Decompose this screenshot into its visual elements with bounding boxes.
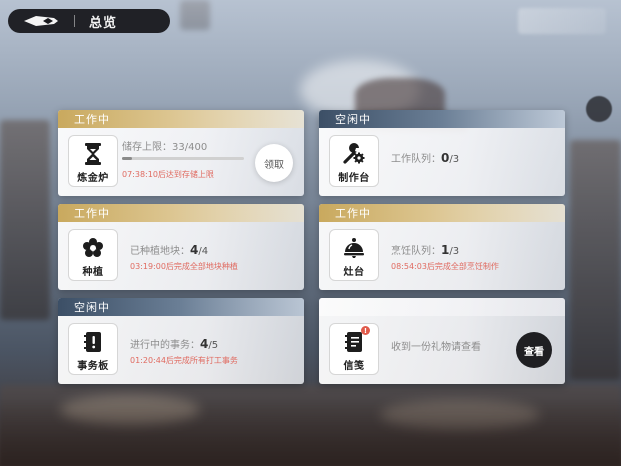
cook-queue-label: 烹饪队列： bbox=[391, 246, 441, 257]
cloche-icon bbox=[342, 236, 366, 260]
cook-queue-line: 烹饪队列：1/3 bbox=[391, 242, 555, 257]
tile-label: 事务板 bbox=[77, 361, 109, 372]
tile-label: 种植 bbox=[82, 267, 104, 278]
card-mail: ! 信笺 收到一份礼物请查看 查看 bbox=[319, 298, 565, 384]
workbench-tile[interactable]: 制作台 bbox=[329, 135, 379, 187]
storage-label: 储存上限： bbox=[122, 142, 172, 153]
top-bar: 总览 bbox=[8, 9, 170, 33]
notebook-exclamation-icon bbox=[81, 330, 105, 354]
top-right-decoration bbox=[518, 8, 606, 34]
queue-total: /3 bbox=[449, 154, 460, 165]
tile-label: 制作台 bbox=[338, 173, 370, 184]
card-status: 工作中 bbox=[58, 110, 304, 128]
card-tasks: 空闲中 事务板 进行中的事务：4/5 01:20:44后完成所有打工事务 bbox=[58, 298, 304, 384]
stove-note: 08:54:03后完成全部烹饪制作 bbox=[391, 262, 499, 271]
card-stove: 工作中 灶台 烹饪队列：1/3 08:54:03后完成全部烹饪制作 bbox=[319, 204, 565, 290]
alchemy-note: 07:38:10后达到存储上限 bbox=[122, 170, 214, 179]
queue-line: 工作队列：0/3 bbox=[391, 150, 555, 165]
queue-label: 工作队列： bbox=[391, 154, 441, 165]
stove-tile[interactable]: 灶台 bbox=[329, 229, 379, 281]
page-title: 总览 bbox=[89, 15, 118, 31]
topbar-divider bbox=[74, 15, 75, 27]
plots-label: 已种植地块： bbox=[130, 246, 190, 257]
tasks-note: 01:20:44后完成所有打工事务 bbox=[130, 356, 238, 365]
card-workbench: 空闲中 制作台 工作队列：0/3 bbox=[319, 110, 565, 196]
card-status: 工作中 bbox=[319, 204, 565, 222]
card-status: 工作中 bbox=[58, 204, 304, 222]
view-button[interactable]: 查看 bbox=[516, 332, 552, 368]
wrench-gear-icon bbox=[342, 142, 366, 166]
tile-label: 炼金炉 bbox=[77, 173, 109, 184]
bottom-shade bbox=[0, 400, 621, 466]
card-planting: 工作中 种植 已种植地块：4/4 03:19:00后完成全部地块种植 bbox=[58, 204, 304, 290]
storage-progress-bar bbox=[122, 157, 244, 160]
collect-button[interactable]: 领取 bbox=[255, 144, 293, 182]
plots-total: /4 bbox=[198, 246, 209, 257]
tasks-line: 进行中的事务：4/5 bbox=[130, 336, 294, 351]
cook-queue-total: /3 bbox=[449, 246, 460, 257]
tile-label: 信笺 bbox=[343, 361, 365, 372]
card-status: 空闲中 bbox=[319, 110, 565, 128]
card-status-blank bbox=[319, 298, 565, 316]
notebook-icon: ! bbox=[342, 326, 370, 354]
mail-tile[interactable]: ! 信笺 bbox=[329, 323, 379, 375]
storage-value: 33/400 bbox=[172, 142, 208, 153]
card-alchemy: 工作中 炼金炉 储存上限：33/400 07:38:10后达到存储上限 领取 bbox=[58, 110, 304, 196]
tasks-total: /5 bbox=[208, 340, 219, 351]
back-button[interactable] bbox=[8, 9, 74, 33]
hourglass-icon bbox=[81, 142, 105, 166]
card-status: 空闲中 bbox=[58, 298, 304, 316]
notification-badge: ! bbox=[361, 326, 370, 335]
side-circle-button[interactable] bbox=[586, 96, 612, 122]
tasks-tile[interactable]: 事务板 bbox=[68, 323, 118, 375]
planting-note: 03:19:00后完成全部地块种植 bbox=[130, 262, 238, 271]
back-arrow-icon bbox=[24, 15, 58, 27]
flower-icon bbox=[81, 236, 105, 260]
alchemy-tile[interactable]: 炼金炉 bbox=[68, 135, 118, 187]
planting-tile[interactable]: 种植 bbox=[68, 229, 118, 281]
plots-line: 已种植地块：4/4 bbox=[130, 242, 294, 257]
tasks-label: 进行中的事务： bbox=[130, 340, 200, 351]
storage-progress-fill bbox=[122, 157, 132, 160]
tile-label: 灶台 bbox=[343, 267, 365, 278]
